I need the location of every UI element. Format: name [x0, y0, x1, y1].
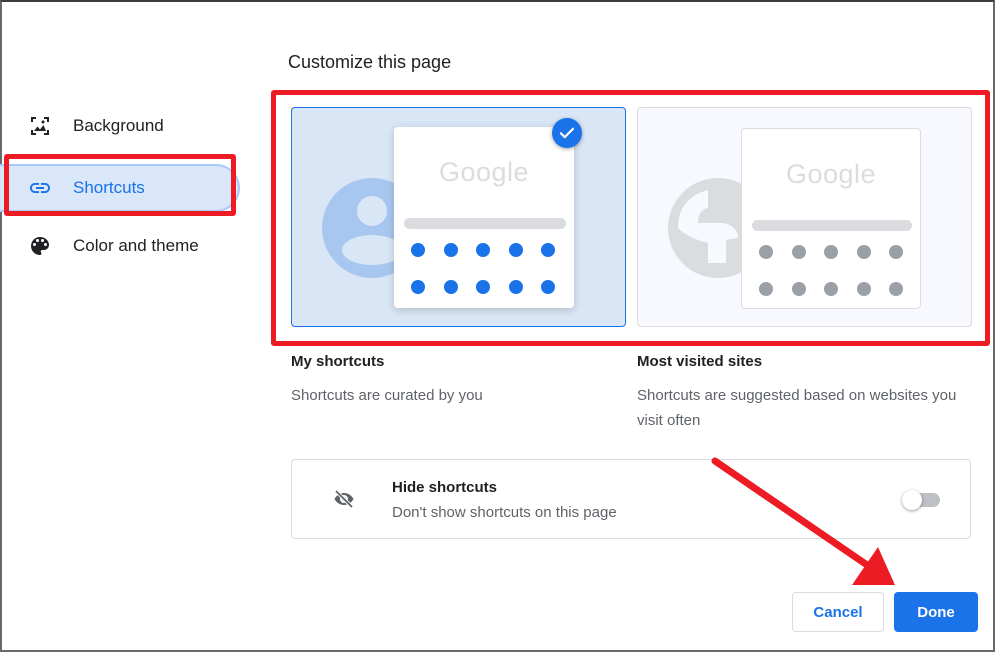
- shortcut-dot: [443, 243, 458, 257]
- preview-card: Google: [741, 128, 921, 309]
- hide-shortcuts-description: Don't show shortcuts on this page: [392, 504, 617, 521]
- hide-shortcuts-title: Hide shortcuts: [392, 479, 498, 496]
- option-description: Shortcuts are curated by you: [291, 387, 483, 404]
- image-icon: [31, 117, 49, 135]
- sidebar-item-label: Background: [73, 116, 164, 135]
- shortcut-dot: [541, 243, 555, 257]
- dialog-title: Customize this page: [288, 52, 452, 72]
- sidebar-item-background[interactable]: Background: [0, 102, 240, 150]
- shortcut-dot: [443, 280, 458, 294]
- shortcut-dot: [541, 280, 555, 294]
- sidebar-item-color-and-theme[interactable]: Color and theme: [0, 222, 240, 270]
- eye-off-icon: [334, 489, 354, 509]
- shortcut-dot: [791, 282, 806, 296]
- shortcut-dot: [759, 245, 773, 259]
- google-logo: Google: [785, 159, 877, 189]
- option-title: My shortcuts: [291, 353, 385, 370]
- option-title: Most visited sites: [637, 353, 763, 370]
- link-icon: [30, 183, 50, 193]
- option-description: Shortcuts are suggested based on website…: [637, 387, 957, 429]
- shortcut-dot: [508, 280, 523, 294]
- shortcut-dot: [824, 245, 838, 259]
- option-my-shortcuts[interactable]: Google: [291, 107, 626, 327]
- palette-icon: [31, 237, 49, 255]
- shortcut-dot: [856, 245, 871, 259]
- shortcut-dots: [759, 245, 909, 296]
- sidebar-item-shortcuts[interactable]: Shortcuts: [0, 164, 240, 212]
- done-button[interactable]: Done: [894, 592, 978, 632]
- search-bar-preview: [752, 220, 912, 231]
- google-logo: Google: [438, 157, 530, 187]
- shortcut-dot: [856, 282, 871, 296]
- shortcut-dot: [889, 282, 903, 296]
- option-most-visited-sites[interactable]: Google: [637, 107, 972, 327]
- shortcut-dot: [889, 245, 903, 259]
- shortcut-dot: [476, 243, 490, 257]
- shortcut-dot: [824, 282, 838, 296]
- cancel-button[interactable]: Cancel: [792, 592, 884, 632]
- shortcut-dot: [508, 243, 523, 257]
- search-bar-preview: [404, 218, 566, 229]
- selected-check-icon: [552, 118, 582, 148]
- preview-card: Google: [394, 127, 574, 308]
- shortcut-dots: [411, 243, 561, 294]
- sidebar-item-label: Shortcuts: [73, 178, 145, 197]
- shortcut-dot: [411, 280, 425, 294]
- shortcut-dot: [411, 243, 425, 257]
- sidebar-item-label: Color and theme: [73, 236, 199, 255]
- hide-shortcuts-toggle[interactable]: [902, 489, 942, 510]
- hide-shortcuts-row: Hide shortcuts Don't show shortcuts on t…: [291, 459, 971, 539]
- shortcut-dot: [476, 280, 490, 294]
- shortcut-dot: [759, 282, 773, 296]
- toggle-knob: [902, 490, 922, 510]
- shortcut-dot: [791, 245, 806, 259]
